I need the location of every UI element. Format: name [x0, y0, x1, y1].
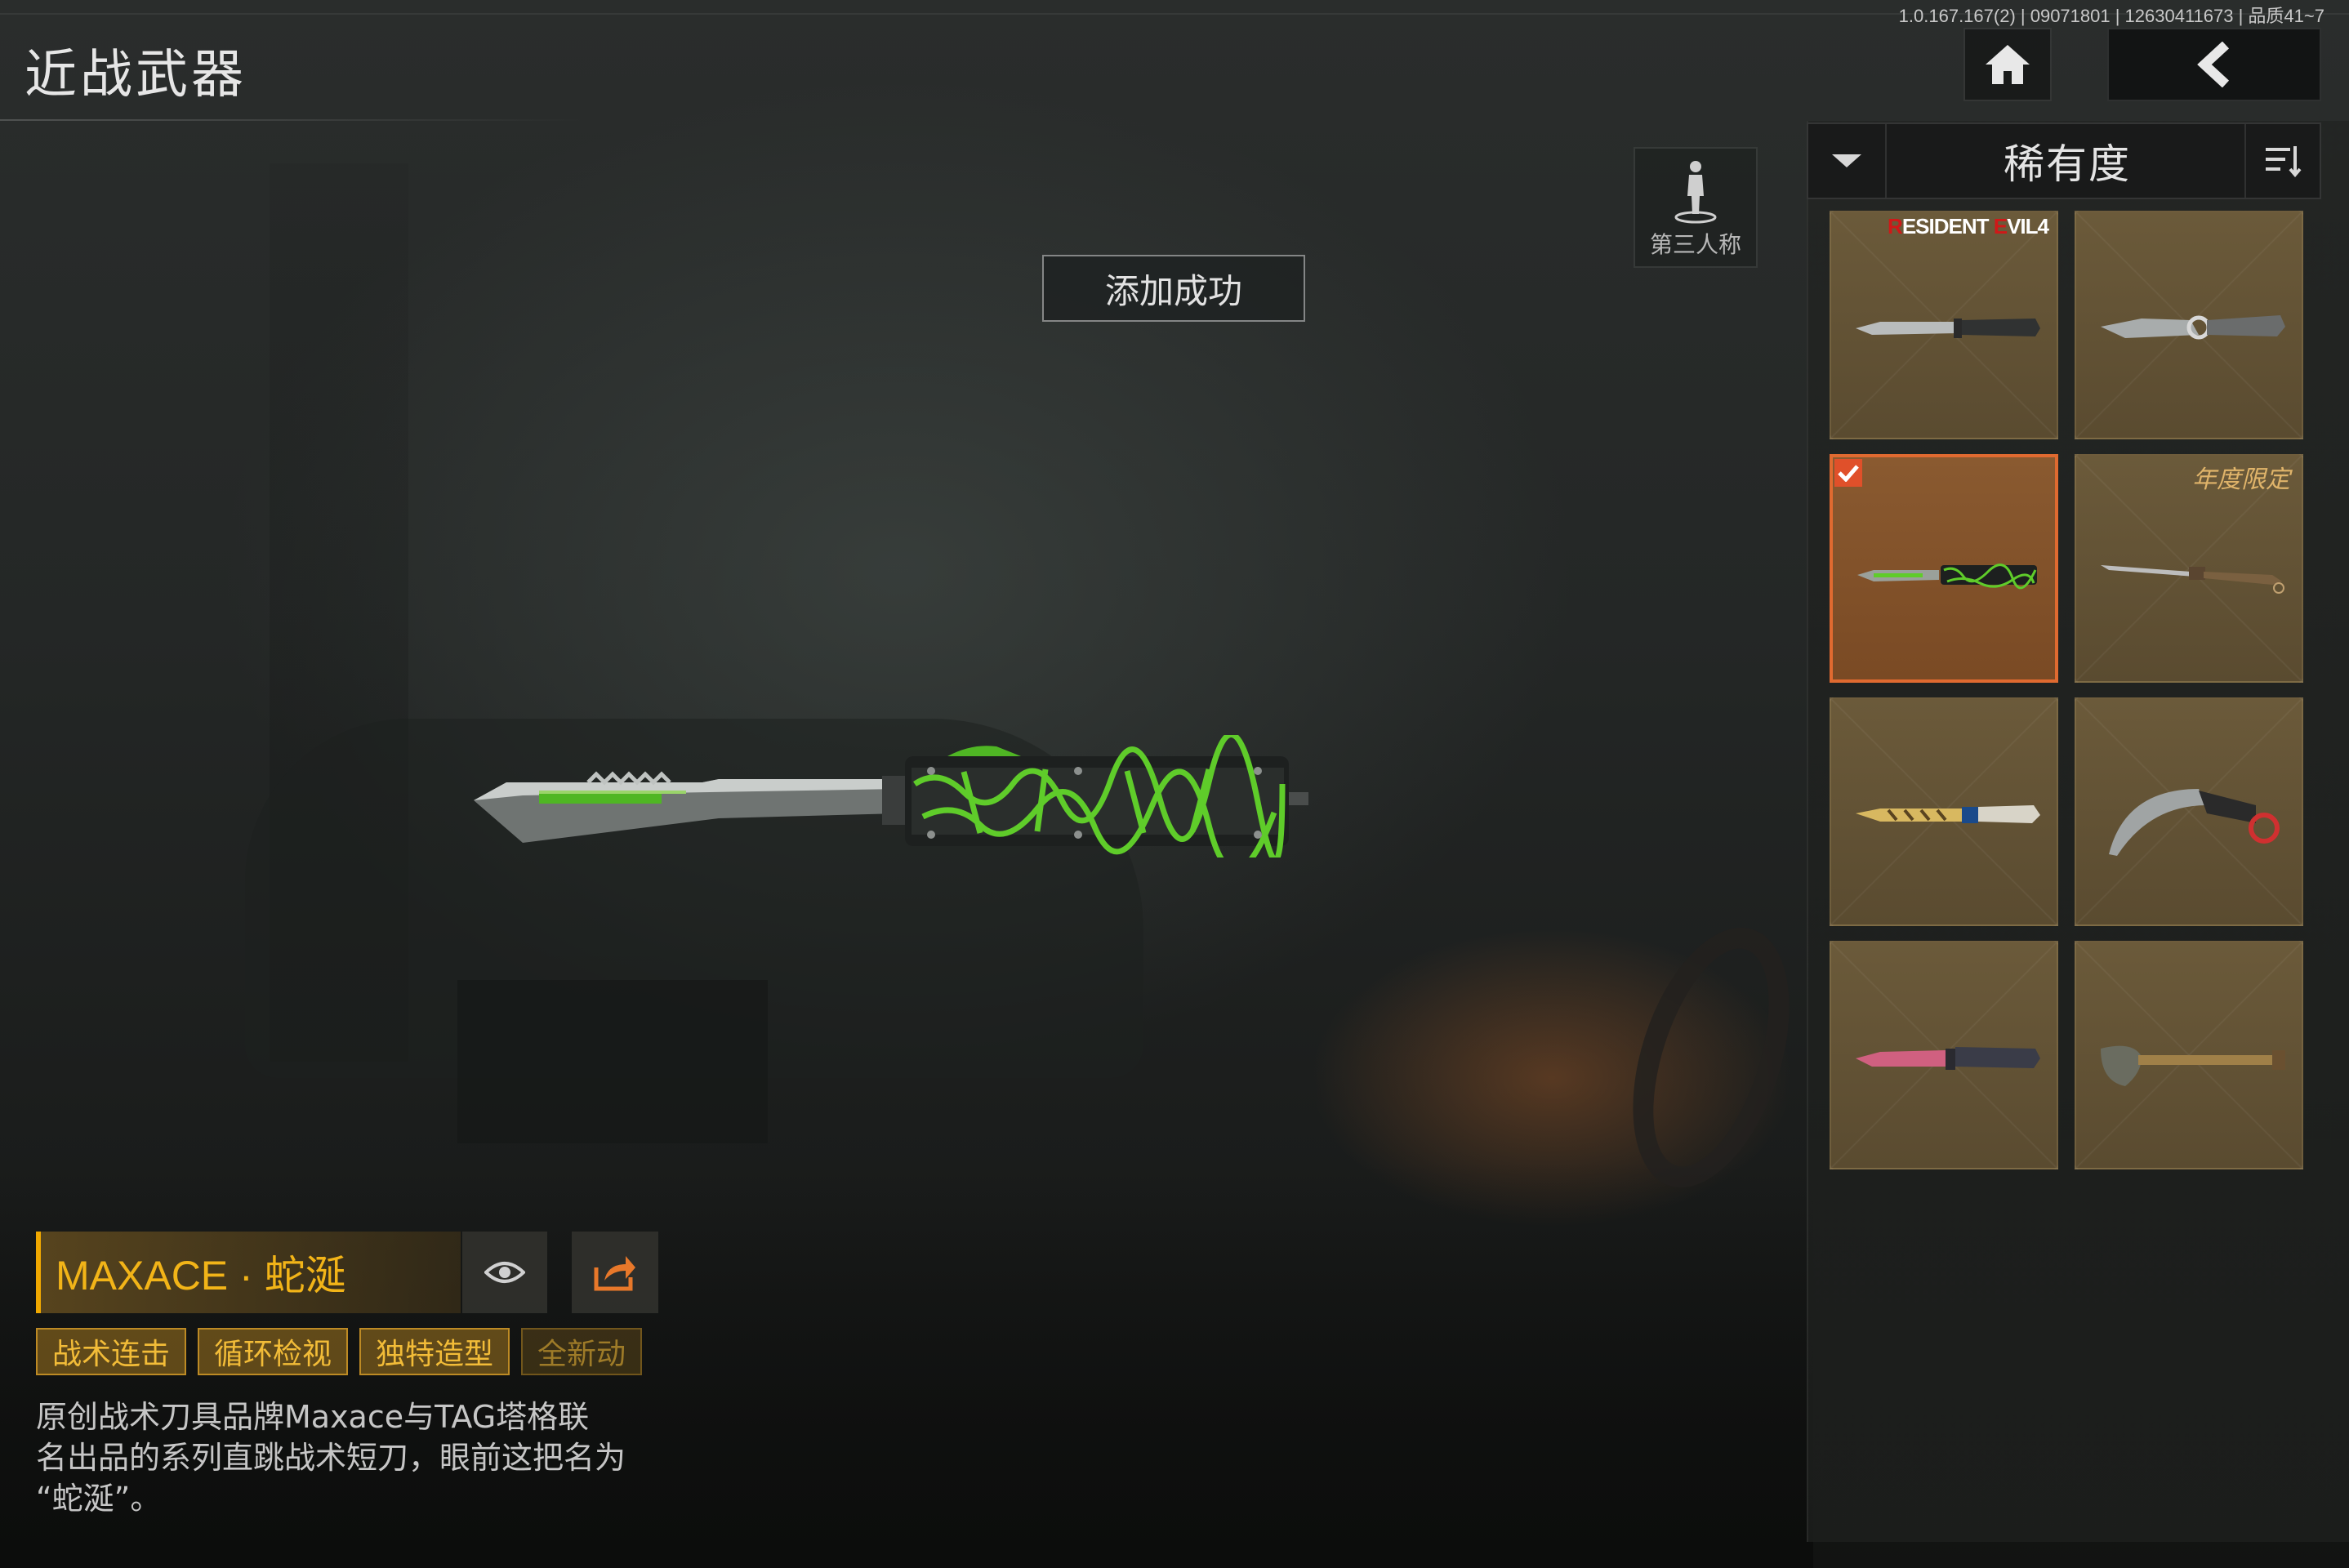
inventory-item-karambit[interactable]	[2075, 697, 2303, 926]
maxace-knife-icon	[1857, 564, 2037, 590]
inventory-item-butterfly-knife[interactable]	[1830, 697, 2058, 926]
weapon-model-maxace	[474, 735, 1308, 858]
inventory-item-combat-knife[interactable]: RESIDENT EVIL4	[1830, 211, 2058, 439]
page-title: 近战武器	[25, 45, 247, 105]
title-divider	[0, 119, 588, 121]
third-person-view-toggle[interactable]: 第三人称	[1634, 147, 1758, 268]
sort-order-button[interactable]	[2244, 124, 2320, 198]
share-button[interactable]	[572, 1232, 658, 1313]
description-line: 原创战术刀具品牌Maxace与TAG塔格联	[36, 1399, 590, 1435]
annual-limited-badge: 年度限定	[2192, 466, 2290, 494]
add-success-toast: 添加成功	[1042, 255, 1305, 322]
combat-knife-icon	[1856, 318, 2040, 338]
background-crates	[457, 980, 768, 1143]
share-icon	[594, 1256, 635, 1291]
item-tags: 战术连击 循环检视 独特造型 全新动	[36, 1328, 657, 1377]
chevron-down-icon	[1832, 154, 1861, 167]
inventory-item-maxace-knife[interactable]	[1830, 454, 2058, 683]
tag-loop-inspect: 循环检视	[198, 1328, 349, 1375]
back-arrow-icon	[2197, 42, 2230, 87]
long-blade-icon	[2101, 565, 2284, 594]
description-line: 名出品的系列直跳战术短刀，眼前这把名为	[36, 1440, 626, 1476]
sort-order-icon	[2266, 146, 2302, 177]
item-description: 原创战术刀具品牌Maxace与TAG塔格联 名出品的系列直跳战术短刀，眼前这把名…	[36, 1396, 657, 1519]
view-toggle-label: 第三人称	[1649, 231, 1741, 258]
butterfly-knife-icon	[1856, 805, 2040, 823]
tactical-knife-icon	[2101, 315, 2285, 340]
inventory-item-long-blade[interactable]: 年度限定	[2075, 454, 2303, 683]
sort-label[interactable]: 稀有度	[1887, 124, 2248, 198]
selected-check-icon	[1834, 459, 1862, 487]
sort-bar: 稀有度	[1807, 122, 2321, 199]
pink-knife-icon	[1856, 1047, 2040, 1070]
home-button[interactable]	[1963, 28, 2052, 101]
inventory-item-tactical-knife[interactable]	[2075, 211, 2303, 439]
karambit-icon	[2109, 789, 2280, 856]
resident-evil-badge: RESIDENT EVIL4	[1888, 214, 2049, 238]
eye-icon	[484, 1262, 525, 1283]
description-line: “蛇涎”。	[36, 1481, 162, 1517]
tag-unique-design: 独特造型	[359, 1328, 510, 1375]
back-button[interactable]	[2107, 28, 2321, 101]
shovel-icon	[2101, 1045, 2285, 1086]
preview-button[interactable]	[462, 1232, 547, 1313]
tag-new-animation: 全新动	[521, 1328, 643, 1375]
item-name: MAXACE · 蛇涎	[36, 1232, 461, 1313]
third-person-figure-icon	[1674, 161, 1717, 224]
build-info: 1.0.167.167(2) | 09071801 | 12630411673 …	[1898, 6, 2324, 26]
home-icon	[1986, 45, 2030, 84]
tag-tactical-combo: 战术连击	[36, 1328, 187, 1375]
inventory-item-pink-knife[interactable]	[1830, 941, 2058, 1169]
inventory-item-shovel[interactable]	[2075, 941, 2303, 1169]
sort-dropdown-button[interactable]	[1808, 124, 1887, 198]
